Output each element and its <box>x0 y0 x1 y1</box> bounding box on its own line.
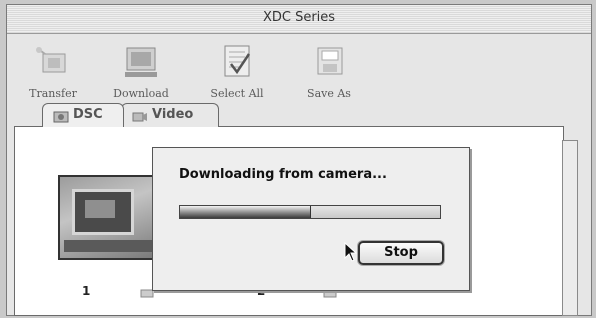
thumbnail-1-number: 1 <box>82 284 91 298</box>
mouse-pointer-icon <box>344 242 358 262</box>
select-all-button[interactable]: Select All <box>197 44 277 104</box>
save-as-label: Save As <box>307 87 351 100</box>
dialog-message: Downloading from camera... <box>179 167 387 182</box>
thumbnail-1[interactable] <box>58 175 158 260</box>
download-progress-dialog: Downloading from camera... Stop <box>152 147 470 291</box>
vertical-scrollbar[interactable] <box>562 140 578 316</box>
transfer-label: Transfer <box>29 87 77 100</box>
download-label: Download <box>113 87 169 100</box>
download-icon <box>125 47 157 77</box>
transfer-button[interactable]: Transfer <box>13 44 93 104</box>
save-as-icon <box>317 47 343 75</box>
camera-icon <box>53 111 69 123</box>
stop-button[interactable]: Stop <box>358 241 444 265</box>
tab-video-label: Video <box>152 107 194 122</box>
window-title: XDC Series <box>262 10 336 25</box>
video-icon <box>132 112 147 122</box>
toolbar: Transfer Download Select All Save As <box>7 34 591 106</box>
transfer-icon <box>36 47 66 73</box>
progress-fill <box>180 206 311 218</box>
tab-video[interactable]: Video <box>121 103 219 127</box>
tab-dsc[interactable]: DSC <box>42 103 124 127</box>
download-progress-bar <box>179 205 441 219</box>
save-as-button[interactable]: Save As <box>289 44 369 104</box>
select-all-label: Select All <box>210 87 264 100</box>
select-all-icon <box>224 45 251 77</box>
title-bar[interactable]: XDC Series <box>7 5 591 34</box>
tab-dsc-label: DSC <box>73 107 103 122</box>
download-button[interactable]: Download <box>101 44 181 104</box>
